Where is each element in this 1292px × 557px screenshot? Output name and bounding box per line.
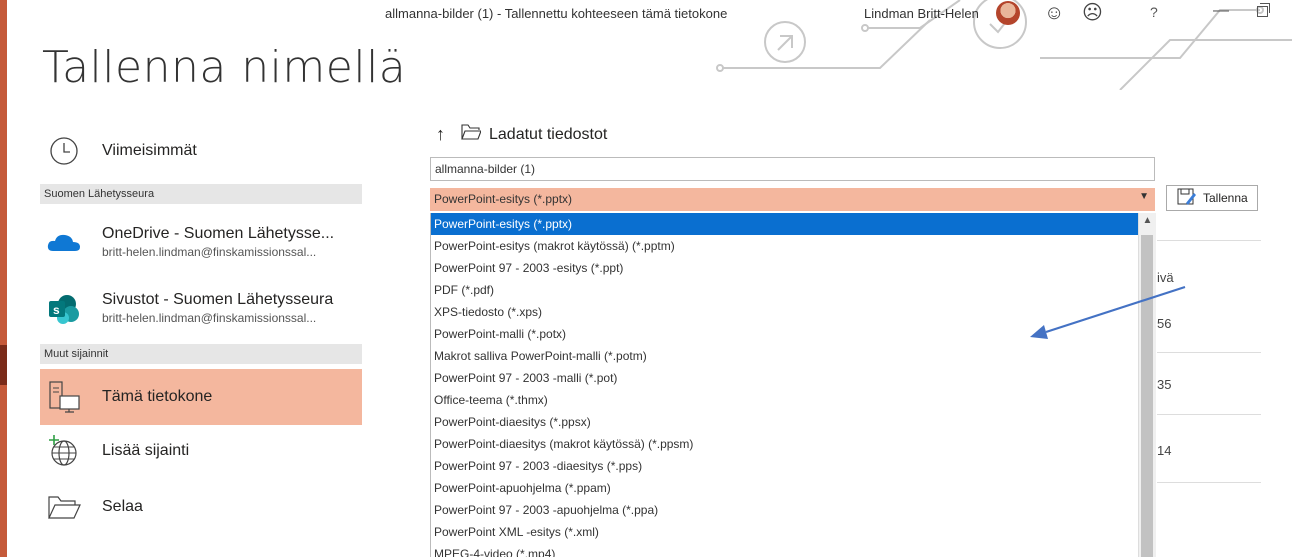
save-label: Tallenna [1203, 191, 1248, 205]
restore-icon[interactable] [1257, 3, 1270, 17]
user-name[interactable]: Lindman Britt-Helen [864, 6, 979, 21]
onedrive-icon [44, 223, 84, 263]
filetype-option[interactable]: PowerPoint-apuohjelma (*.ppam) [431, 477, 1139, 499]
file-row-date: 14 [1157, 443, 1172, 458]
save-icon [1177, 188, 1197, 209]
filetype-select[interactable]: PowerPoint-esitys (*.pptx) ▼ [430, 188, 1155, 211]
accent-bar-dark [0, 345, 7, 385]
section-org: Suomen Lähetysseura [40, 184, 362, 204]
nav-sites[interactable]: s Sivustot - Suomen Lähetysseura britt-h… [40, 286, 362, 332]
filetype-option[interactable]: XPS-tiedosto (*.xps) [431, 301, 1139, 323]
filetype-value: PowerPoint-esitys (*.pptx) [434, 192, 573, 206]
filetype-option[interactable]: MPEG-4-video (*.mp4) [431, 543, 1139, 557]
filetype-option[interactable]: PowerPoint-esitys (makrot käytössä) (*.p… [431, 235, 1139, 257]
filetype-option[interactable]: PowerPoint 97 - 2003 -apuohjelma (*.ppa) [431, 499, 1139, 521]
filetype-option[interactable]: PowerPoint-diaesitys (makrot käytössä) (… [431, 433, 1139, 455]
filetype-option[interactable]: PowerPoint XML -esitys (*.xml) [431, 521, 1139, 543]
sites-title: Sivustot - Suomen Lähetysseura [102, 291, 334, 308]
file-row-date: 35 [1157, 377, 1172, 392]
page-title: Tallenna nimellä [42, 42, 407, 93]
nav-browse-label: Selaa [102, 498, 143, 515]
column-header-date: ivä [1157, 270, 1174, 285]
filetype-option[interactable]: PDF (*.pdf) [431, 279, 1139, 301]
filetype-option[interactable]: PowerPoint-diaesitys (*.ppsx) [431, 411, 1139, 433]
onedrive-subtitle: britt-helen.lindman@finskamissionssal... [102, 245, 317, 259]
section-other: Muut sijainnit [40, 344, 362, 364]
smile-icon[interactable]: ☺ [1044, 0, 1064, 26]
save-button[interactable]: Tallenna [1166, 185, 1258, 211]
divider [1157, 414, 1261, 415]
document-title: allmanna-bilder (1) - Tallennettu kohtee… [385, 6, 728, 21]
clock-icon [44, 131, 84, 171]
minimize-button[interactable]: — [1213, 2, 1229, 20]
dropdown-scrollbar[interactable]: ▲ [1138, 213, 1156, 557]
nav-add-location-label: Lisää sijainti [102, 442, 190, 459]
filetype-option[interactable]: Office-teema (*.thmx) [431, 389, 1139, 411]
location-row: ↑ Ladatut tiedostot [436, 124, 607, 145]
help-button[interactable]: ? [1150, 4, 1158, 20]
nav-add-location[interactable]: Lisää sijainti [40, 428, 362, 474]
nav-onedrive[interactable]: OneDrive - Suomen Lähetysse... britt-hel… [40, 220, 362, 266]
filetype-option[interactable]: PowerPoint 97 - 2003 -esitys (*.ppt) [431, 257, 1139, 279]
chevron-down-icon[interactable]: ▼ [1139, 191, 1149, 202]
divider [1157, 482, 1261, 483]
globe-add-icon [44, 431, 84, 471]
nav-this-pc-label: Tämä tietokone [102, 388, 213, 405]
nav-recent[interactable]: Viimeisimmät [40, 128, 362, 174]
folder-icon [44, 487, 84, 527]
scroll-up-icon[interactable]: ▲ [1139, 215, 1156, 226]
nav-recent-label: Viimeisimmät [102, 142, 197, 159]
file-row-date: 56 [1157, 316, 1172, 331]
svg-text:s: s [53, 303, 60, 317]
nav-this-pc[interactable]: Tämä tietokone [40, 369, 362, 425]
onedrive-title: OneDrive - Suomen Lähetysse... [102, 225, 335, 242]
filetype-option[interactable]: PowerPoint-esitys (*.pptx) [431, 213, 1139, 235]
filetype-dropdown-list[interactable]: PowerPoint-esitys (*.pptx) PowerPoint-esi… [430, 213, 1139, 557]
filetype-option[interactable]: PowerPoint 97 - 2003 -malli (*.pot) [431, 367, 1139, 389]
filename-input[interactable]: allmanna-bilder (1) [430, 157, 1155, 181]
sharepoint-icon: s [44, 289, 84, 329]
current-folder[interactable]: Ladatut tiedostot [489, 126, 607, 144]
accent-bar [0, 0, 7, 557]
computer-icon [44, 377, 84, 417]
divider [1157, 240, 1261, 241]
filetype-option[interactable]: Makrot salliva PowerPoint-malli (*.potm) [431, 345, 1139, 367]
filetype-option[interactable]: PowerPoint 97 - 2003 -diaesitys (*.pps) [431, 455, 1139, 477]
up-arrow-icon[interactable]: ↑ [436, 124, 445, 145]
avatar[interactable] [996, 1, 1020, 25]
folder-icon [461, 124, 482, 145]
scrollbar-thumb[interactable] [1141, 235, 1153, 557]
filetype-option[interactable]: PowerPoint-malli (*.potx) [431, 323, 1139, 345]
divider [1157, 352, 1261, 353]
title-bar: allmanna-bilder (1) - Tallennettu kohtee… [0, 0, 1292, 28]
frown-icon[interactable]: ☹ [1082, 0, 1103, 26]
sites-subtitle: britt-helen.lindman@finskamissionssal... [102, 311, 317, 325]
nav-browse[interactable]: Selaa [40, 484, 362, 530]
